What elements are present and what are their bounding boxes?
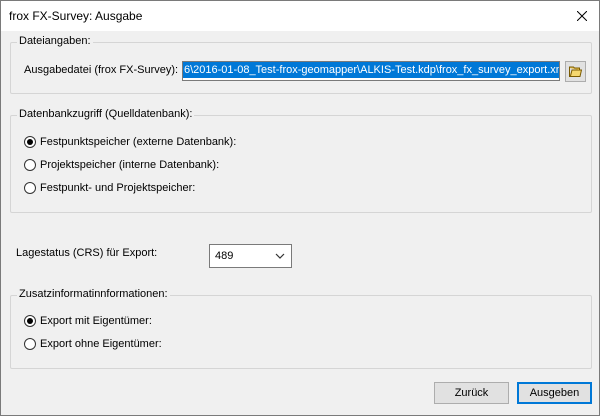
radio-projekt-indicator[interactable] xyxy=(24,159,36,171)
radio-mit-eigentuemer-label: Export mit Eigentümer: xyxy=(40,315,152,327)
output-button[interactable]: Ausgeben xyxy=(517,382,592,404)
radio-ohne-eigentuemer[interactable]: Export ohne Eigentümer: xyxy=(24,338,162,350)
radio-projekt-label: Projektspeicher (interne Datenbank): xyxy=(40,159,220,171)
radio-mit-eigentuemer-indicator[interactable] xyxy=(24,315,36,327)
radio-festpunkt[interactable]: Festpunktspeicher (externe Datenbank): xyxy=(24,136,236,148)
title-bar: frox FX-Survey: Ausgabe xyxy=(1,1,599,31)
db-group-legend: Datenbankzugriff (Quelldatenbank): xyxy=(17,108,195,120)
extra-group: Zusatzinformatinnformationen: xyxy=(10,288,592,369)
chevron-down-icon xyxy=(275,253,285,259)
crs-label: Lagestatus (CRS) für Export: xyxy=(16,247,158,259)
window-title: frox FX-Survey: Ausgabe xyxy=(9,9,143,23)
radio-festpunkt-projekt[interactable]: Festpunkt- und Projektspeicher: xyxy=(24,182,195,194)
radio-projekt[interactable]: Projektspeicher (interne Datenbank): xyxy=(24,159,219,171)
output-file-input[interactable]: 6\2016-01-08_Test-frox-geomapper\ALKIS-T… xyxy=(182,61,560,81)
radio-festpunkt-projekt-indicator[interactable] xyxy=(24,182,36,194)
close-icon xyxy=(577,11,587,21)
radio-ohne-eigentuemer-indicator[interactable] xyxy=(24,338,36,350)
radio-mit-eigentuemer[interactable]: Export mit Eigentümer: xyxy=(24,315,152,327)
close-button[interactable] xyxy=(565,1,599,31)
crs-select-value: 489 xyxy=(215,250,234,262)
radio-ohne-eigentuemer-label: Export ohne Eigentümer: xyxy=(40,338,162,350)
crs-select[interactable]: 489 xyxy=(209,244,292,268)
radio-festpunkt-projekt-label: Festpunkt- und Projektspeicher: xyxy=(40,182,196,194)
output-file-value: 6\2016-01-08_Test-frox-geomapper\ALKIS-T… xyxy=(183,62,559,78)
radio-festpunkt-label: Festpunktspeicher (externe Datenbank): xyxy=(40,136,237,148)
radio-festpunkt-indicator[interactable] xyxy=(24,136,36,148)
folder-icon xyxy=(569,66,582,77)
browse-button[interactable] xyxy=(565,61,586,82)
dialog-window: frox FX-Survey: Ausgabe Dateiangaben: Au… xyxy=(0,0,600,416)
file-group-legend: Dateiangaben: xyxy=(17,35,93,47)
extra-group-legend: Zusatzinformatinnformationen: xyxy=(17,288,170,300)
back-button[interactable]: Zurück xyxy=(434,382,509,404)
output-file-label: Ausgabedatei (frox FX-Survey): xyxy=(24,64,179,76)
